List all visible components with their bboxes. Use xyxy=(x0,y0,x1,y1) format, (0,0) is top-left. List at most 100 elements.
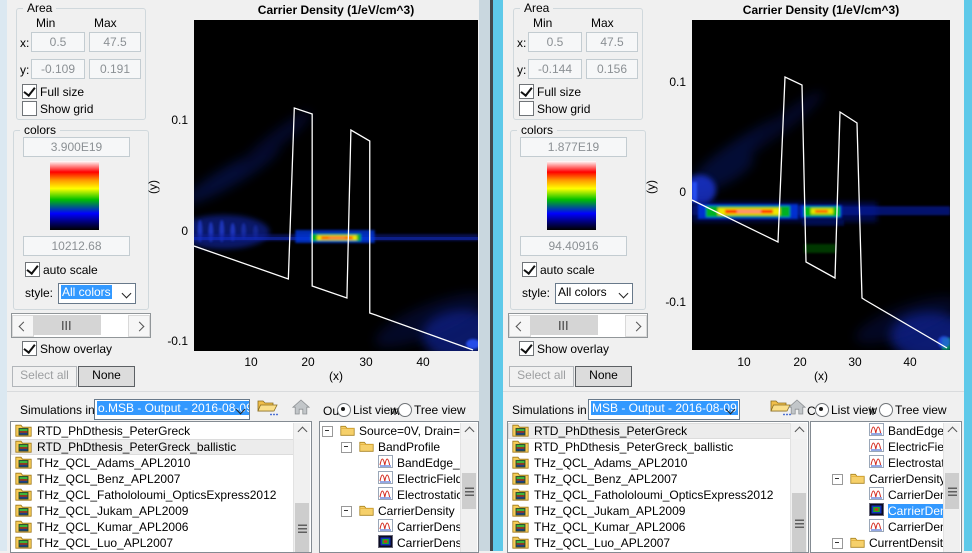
list-scrollbar[interactable] xyxy=(293,423,310,552)
plot-pan-scrollbar[interactable] xyxy=(508,313,648,338)
style-combobox[interactable]: All colors xyxy=(555,283,633,304)
tree-view-radio[interactable] xyxy=(398,403,412,417)
collapse-icon[interactable] xyxy=(832,537,843,549)
window-splitter[interactable] xyxy=(479,0,490,551)
auto-scale-checkbox[interactable] xyxy=(25,262,40,277)
show-overlay-checkbox[interactable] xyxy=(22,341,37,356)
scroll-up-button[interactable] xyxy=(294,423,310,439)
scrollbar-thumb[interactable] xyxy=(33,315,101,335)
x-min-input[interactable]: 0.5 xyxy=(31,32,85,52)
carrier-density-plot[interactable] xyxy=(692,20,950,350)
x-max-input[interactable]: 47.5 xyxy=(89,32,141,52)
collapse-icon[interactable] xyxy=(341,441,352,453)
tree-item[interactable]: CarrierDensity xyxy=(320,519,461,535)
tree-item[interactable]: CurrentDensity xyxy=(811,535,944,551)
tree-item[interactable]: BandEdge_c xyxy=(320,455,461,471)
full-size-checkbox[interactable] xyxy=(519,84,534,99)
y-max-input[interactable]: 0.191 xyxy=(89,59,141,79)
scrollbar-thumb[interactable] xyxy=(530,315,598,335)
auto-scale-checkbox[interactable] xyxy=(522,262,537,277)
list-item[interactable]: RTD_PhDthesis_PeterGreck_ballistic xyxy=(11,439,294,455)
tree-item[interactable]: Source=0V, Drain=0. xyxy=(320,423,461,439)
carrier-density-plot[interactable] xyxy=(194,20,478,351)
output-tree[interactable]: Source=0V, Drain=0. BandProfile BandEdge… xyxy=(319,421,479,553)
tree-item[interactable]: ElectrostaticP xyxy=(320,487,461,503)
y-max-input[interactable]: 0.156 xyxy=(586,59,638,79)
style-combobox[interactable]: All colors xyxy=(58,283,136,304)
tree-scrollbar[interactable] xyxy=(943,423,960,552)
tree-item[interactable]: BandProfile xyxy=(320,439,461,455)
tree-item[interactable]: CarrierDens xyxy=(811,503,944,519)
color-max-value[interactable]: 1.877E19 xyxy=(520,137,627,157)
tree-item[interactable]: CarrierDensity xyxy=(811,471,944,487)
none-button[interactable]: None xyxy=(78,366,135,387)
y-min-input[interactable]: -0.144 xyxy=(528,59,582,79)
scrollbar-thumb[interactable] xyxy=(945,473,959,509)
tree-item[interactable]: BandEdge_ xyxy=(811,423,944,439)
scroll-up-button[interactable] xyxy=(791,423,807,439)
scrollbar-thumb[interactable] xyxy=(792,493,806,552)
list-item[interactable]: THz_QCL_Kumar_APL2006 xyxy=(508,519,791,535)
list-view-radio[interactable] xyxy=(815,403,829,417)
output-tree[interactable]: BandEdge_ ElectricField Electrostatic xyxy=(810,421,962,553)
scroll-up-button[interactable] xyxy=(461,423,477,439)
x-max-input[interactable]: 47.5 xyxy=(586,32,638,52)
collapse-icon[interactable] xyxy=(322,425,333,437)
tree-item[interactable]: ElectricField xyxy=(811,439,944,455)
select-all-button[interactable]: Select all xyxy=(12,366,77,387)
scroll-left-button[interactable] xyxy=(12,315,34,337)
simulations-list[interactable]: RTD_PhDthesis_PeterGreck RTD_PhDthesis_P… xyxy=(10,421,312,553)
select-all-button[interactable]: Select all xyxy=(509,366,574,387)
scroll-right-button[interactable] xyxy=(625,315,647,337)
scroll-left-button[interactable] xyxy=(509,315,531,337)
output-folder-combobox[interactable]: o.MSB - Output - 2016-08-09 xyxy=(94,399,250,420)
scroll-up-button[interactable] xyxy=(944,423,960,439)
tree-view-radio[interactable] xyxy=(879,403,893,417)
collapse-icon[interactable] xyxy=(341,505,352,517)
scroll-right-button[interactable] xyxy=(128,315,150,337)
tree-item[interactable]: ElectricField. xyxy=(320,471,461,487)
list-item[interactable]: THz_QCL_Fathololoumi_OpticsExpress2012 xyxy=(11,487,294,503)
list-item[interactable]: THz_QCL_Kumar_APL2006 xyxy=(11,519,294,535)
list-scrollbar[interactable] xyxy=(790,423,807,552)
output-folder-combobox[interactable]: MSB - Output - 2016-08-09 xyxy=(588,399,740,420)
color-min-value[interactable]: 94.40916 xyxy=(520,236,627,256)
tree-item[interactable]: CarrierDensity xyxy=(320,535,461,551)
color-min-value[interactable]: 10212.68 xyxy=(23,236,130,256)
list-item[interactable]: THz_QCL_Jukam_APL2009 xyxy=(11,503,294,519)
x-min-input[interactable]: 0.5 xyxy=(528,32,582,52)
collapse-icon[interactable] xyxy=(832,473,843,485)
list-item[interactable]: RTD_PhDthesis_PeterGreck xyxy=(11,423,294,439)
list-item[interactable]: THz_QCL_Jukam_APL2009 xyxy=(508,503,791,519)
list-item[interactable]: THz_QCL_Adams_APL2010 xyxy=(508,455,791,471)
plot-pan-scrollbar[interactable] xyxy=(11,313,151,338)
home-icon[interactable] xyxy=(291,399,311,418)
open-folder-icon[interactable] xyxy=(257,398,278,419)
none-button[interactable]: None xyxy=(575,366,632,387)
tree-item[interactable]: CarrierDens xyxy=(811,487,944,503)
tree-item[interactable]: Electrostatic xyxy=(811,455,944,471)
tree-item[interactable]: CarrierDens xyxy=(811,519,944,535)
show-grid-checkbox[interactable] xyxy=(22,101,37,116)
scrollbar-thumb[interactable] xyxy=(295,503,309,552)
list-item[interactable]: THz_QCL_Benz_APL2007 xyxy=(508,471,791,487)
list-view-radio[interactable] xyxy=(337,403,351,417)
list-item[interactable]: THz_QCL_Fathololoumi_OpticsExpress2012 xyxy=(508,487,791,503)
tree-item[interactable]: CarrierDensity xyxy=(320,503,461,519)
list-item[interactable]: THz_QCL_Adams_APL2010 xyxy=(11,455,294,471)
list-item[interactable]: THz_QCL_Luo_APL2007 xyxy=(11,535,294,551)
show-overlay-checkbox[interactable] xyxy=(519,341,534,356)
list-item[interactable]: RTD_PhDthesis_PeterGreck xyxy=(508,423,791,439)
full-size-checkbox[interactable] xyxy=(22,84,37,99)
tree-scrollbar[interactable] xyxy=(460,423,477,552)
list-item[interactable]: THz_QCL_Luo_APL2007 xyxy=(508,535,791,551)
y-min-input[interactable]: -0.109 xyxy=(31,59,85,79)
show-grid-checkbox[interactable] xyxy=(519,101,534,116)
color-max-value[interactable]: 3.900E19 xyxy=(23,137,130,157)
home-icon[interactable] xyxy=(787,399,807,418)
scrollbar-thumb[interactable] xyxy=(462,473,476,509)
simulations-list[interactable]: RTD_PhDthesis_PeterGreck RTD_PhDthesis_P… xyxy=(507,421,809,553)
list-item[interactable]: THz_QCL_Benz_APL2007 xyxy=(11,471,294,487)
list-item[interactable]: RTD_PhDthesis_PeterGreck_ballistic xyxy=(508,439,791,455)
simulation-folder-icon xyxy=(15,471,32,488)
